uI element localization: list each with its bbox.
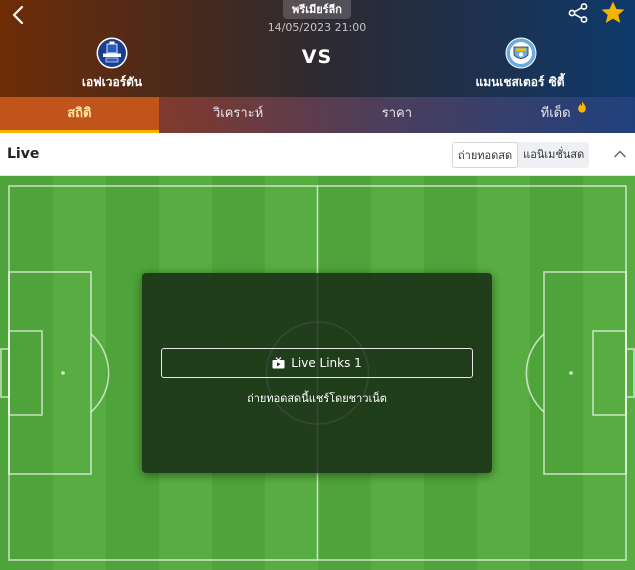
share-icon[interactable]	[567, 2, 589, 24]
everton-logo[interactable]	[96, 37, 128, 69]
man-city-logo[interactable]	[505, 37, 537, 69]
tab-bar: สถิติ วิเคราะห์ ราคา ทีเด็ด	[0, 97, 635, 133]
tab-stats[interactable]: สถิติ	[0, 97, 159, 133]
tab-odds[interactable]: ราคา	[318, 97, 477, 133]
away-team-name[interactable]: แมนเชสเตอร์ ซิตี้	[460, 73, 580, 92]
match-header: พรีเมียร์ลีก 14/05/2023 21:00 เอฟเวอร์ตั…	[0, 0, 635, 97]
live-animation-option[interactable]: แอนิเมชั่นสด	[518, 142, 589, 168]
tab-analysis[interactable]: วิเคราะห์	[159, 97, 318, 133]
live-stream-option[interactable]: ถ่ายทอดสด	[452, 142, 519, 168]
back-icon[interactable]	[8, 3, 30, 27]
live-section-bar: Live ถ่ายทอดสด แอนิเมชั่นสด	[0, 133, 635, 176]
live-links-panel: Live Links 1 ถ่ายทอดสดนี้แชร์โดยชาวเน็ต	[142, 273, 492, 473]
live-link-label: Live Links 1	[291, 356, 362, 370]
home-team-name[interactable]: เอฟเวอร์ตัน	[52, 73, 172, 92]
shared-by-netizens-note: ถ่ายทอดสดนี้แชร์โดยชาวเน็ต	[247, 392, 387, 405]
tv-icon	[272, 357, 285, 369]
live-title: Live	[7, 146, 40, 162]
flame-icon	[578, 101, 586, 113]
match-datetime: 14/05/2023 21:00	[267, 21, 367, 34]
chevron-up-icon[interactable]	[612, 146, 628, 162]
tab-tips[interactable]: ทีเด็ด	[476, 97, 635, 133]
live-link-button[interactable]: Live Links 1	[161, 348, 473, 378]
live-mode-toggle: ถ่ายทอดสด แอนิเมชั่นสด	[452, 142, 590, 168]
star-icon[interactable]	[600, 0, 626, 26]
league-badge[interactable]: พรีเมียร์ลีก	[283, 0, 351, 19]
vs-label: VS	[301, 46, 333, 68]
